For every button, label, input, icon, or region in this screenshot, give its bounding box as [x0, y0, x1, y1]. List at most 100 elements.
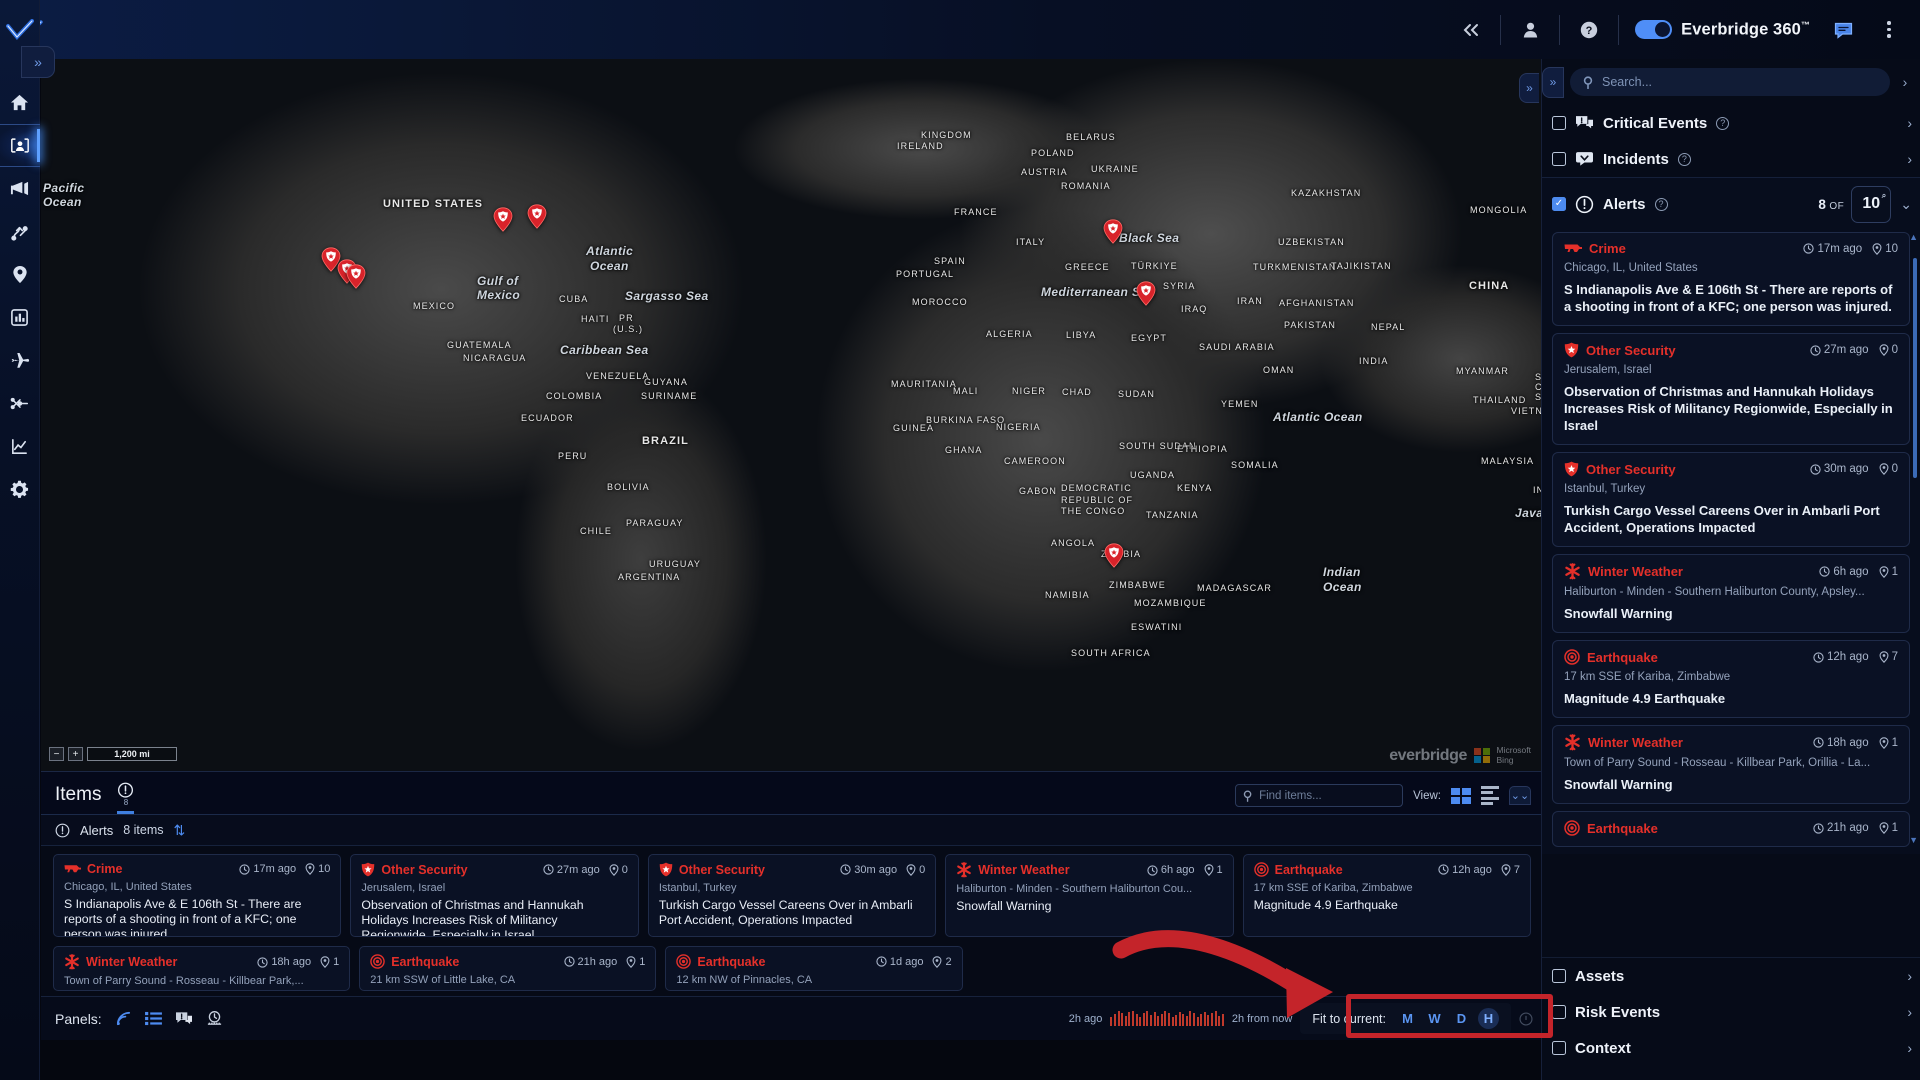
item-card[interactable]: Winter Weather 6h ago 1 Haliburton - Min…: [945, 854, 1233, 937]
fit-option-h[interactable]: H: [1478, 1008, 1499, 1029]
sidebar-item-analytics[interactable]: [0, 425, 40, 468]
incidents-checkbox[interactable]: [1552, 152, 1566, 166]
item-card[interactable]: Winter Weather 18h ago 1 Town of Parry S…: [53, 946, 350, 991]
user-profile-button[interactable]: [1507, 0, 1553, 59]
item-card-header: Earthquake 12h ago 7: [1254, 862, 1520, 877]
brand-toggle-group[interactable]: Everbridge 360™: [1625, 20, 1820, 40]
kebab-menu-icon[interactable]: [1866, 0, 1912, 59]
alerts-list[interactable]: Crime 17m ago 10 Chicago, IL, United Sta…: [1542, 230, 1920, 847]
list-panel-icon[interactable]: [145, 1011, 162, 1026]
map-panel-collapse-button[interactable]: »: [1519, 73, 1539, 103]
alerts-scrollbar[interactable]: ▲ ▼: [1913, 234, 1918, 843]
alert-card[interactable]: Other Security 27m ago 0 Jerusalem, Isra…: [1552, 333, 1910, 445]
find-items-input[interactable]: Find items...: [1235, 784, 1403, 807]
alerts-checkbox[interactable]: [1552, 197, 1566, 211]
world-map[interactable]: PacificOceanAtlanticOceanIndianOceanUNIT…: [41, 59, 1541, 771]
pin-zimbabwe[interactable]: [1104, 543, 1124, 568]
search-input[interactable]: Search...: [1570, 68, 1890, 96]
sidebar-item-locations[interactable]: [0, 253, 40, 296]
map-label: GUYANA: [644, 377, 688, 387]
help-circle-icon[interactable]: ?: [1566, 0, 1612, 59]
critical-events-icon[interactable]: [175, 1011, 193, 1027]
earthquake-icon: [1564, 820, 1580, 836]
scroll-up-caret-icon[interactable]: ▲: [1909, 232, 1918, 242]
rail-expand-button[interactable]: »: [21, 46, 55, 78]
sidebar-item-workflows[interactable]: [0, 210, 40, 253]
alerts-label: Alerts: [1603, 196, 1646, 213]
fit-option-d[interactable]: D: [1451, 1008, 1472, 1029]
alert-card[interactable]: Winter Weather 18h ago 1 Town of Parry S…: [1552, 725, 1910, 804]
list-view-icon[interactable]: [1481, 786, 1499, 806]
timeline-ticks[interactable]: [1110, 1011, 1223, 1026]
rss-feed-icon[interactable]: [115, 1010, 132, 1027]
collapse-panels-button[interactable]: [1448, 0, 1494, 59]
risk-events-checkbox[interactable]: [1552, 1005, 1566, 1019]
tab-alerts[interactable]: 8: [117, 782, 134, 814]
pin-us-west-3[interactable]: [346, 264, 366, 289]
alert-card[interactable]: Winter Weather 6h ago 1 Haliburton - Min…: [1552, 554, 1910, 633]
alert-card[interactable]: Other Security 30m ago 0 Istanbul, Turke…: [1552, 452, 1910, 547]
alert-card[interactable]: Earthquake 12h ago 7 17 km SSE of Kariba…: [1552, 640, 1910, 718]
alert-card-meta: 12h ago 7: [1813, 651, 1898, 663]
layer-row-critical-events[interactable]: Critical Events ? ›: [1542, 105, 1920, 141]
incidents-info-icon[interactable]: ?: [1678, 153, 1691, 166]
pin-israel[interactable]: [1136, 281, 1156, 306]
item-card[interactable]: Earthquake 21h ago 1 21 km SSW of Little…: [359, 946, 656, 991]
alert-card[interactable]: Crime 17m ago 10 Chicago, IL, United Sta…: [1552, 232, 1910, 326]
incidents-chevron-icon[interactable]: ›: [1907, 151, 1912, 167]
item-card[interactable]: Earthquake 1d ago 2 12 km NW of Pinnacle…: [665, 946, 962, 991]
sort-icon[interactable]: ⇅: [174, 822, 186, 839]
zoom-out-button[interactable]: −: [49, 747, 64, 761]
scroll-down-caret-icon[interactable]: ▼: [1909, 835, 1918, 845]
pin-us-great-lakes[interactable]: [527, 204, 547, 229]
sidebar-item-settings[interactable]: [0, 468, 40, 511]
alerts-info-icon[interactable]: ?: [1655, 198, 1668, 211]
alert-card-time: 30m ago: [1810, 463, 1869, 475]
alert-card-header: Earthquake 12h ago 7: [1564, 649, 1898, 665]
alert-card[interactable]: Earthquake 21h ago 1: [1552, 811, 1910, 847]
fit-option-w[interactable]: W: [1424, 1008, 1445, 1029]
chat-icon[interactable]: [1820, 0, 1866, 59]
clock-icon: [1438, 864, 1449, 875]
item-card[interactable]: Crime 17m ago 10 Chicago, IL, United Sta…: [53, 854, 341, 937]
layer-row-incidents[interactable]: Incidents ? ›: [1542, 141, 1920, 177]
context-checkbox[interactable]: [1552, 1041, 1566, 1055]
search-submit-button[interactable]: ›: [1896, 74, 1914, 90]
assets-chevron-icon[interactable]: ›: [1907, 968, 1912, 984]
right-panel-collapse-button[interactable]: »: [1542, 67, 1564, 98]
critical-events-checkbox[interactable]: [1552, 116, 1566, 130]
items-collapse-button[interactable]: ⌄⌄: [1509, 786, 1531, 805]
pin-us-midwest[interactable]: [493, 207, 513, 232]
zoom-in-button[interactable]: +: [68, 747, 83, 761]
layer-row-risk-events[interactable]: Risk Events ›: [1542, 994, 1920, 1030]
sidebar-item-travel[interactable]: [0, 339, 40, 382]
alerts-scroll-thumb[interactable]: [1913, 258, 1917, 478]
sidebar-item-home[interactable]: [0, 81, 40, 124]
grid-view-icon[interactable]: [1451, 788, 1471, 804]
critical-events-chevron-icon[interactable]: ›: [1907, 115, 1912, 131]
item-card[interactable]: Earthquake 12h ago 7 17 km SSE of Kariba…: [1243, 854, 1531, 937]
layer-row-alerts[interactable]: Alerts ? 8 OF 10 ⌕ ⌄: [1542, 178, 1920, 230]
sidebar-item-map[interactable]: [0, 124, 40, 167]
timeline-tick: [1172, 1017, 1174, 1026]
critical-events-info-icon[interactable]: ?: [1716, 117, 1729, 130]
everbridge-360-toggle[interactable]: [1635, 20, 1672, 39]
sidebar-item-reports[interactable]: [0, 296, 40, 339]
item-card[interactable]: Other Security 27m ago 0 Jerusalem, Isra…: [350, 854, 638, 937]
layer-row-assets[interactable]: Assets ›: [1542, 958, 1920, 994]
context-chevron-icon[interactable]: ›: [1907, 1040, 1912, 1056]
fit-option-m[interactable]: M: [1397, 1008, 1418, 1029]
map-label: SOMALIA: [1231, 460, 1279, 470]
item-card[interactable]: Other Security 30m ago 0 Istanbul, Turke…: [648, 854, 936, 937]
alerts-collapse-chevron-icon[interactable]: ⌄: [1900, 196, 1912, 213]
pin-turkey[interactable]: [1103, 219, 1123, 244]
assets-checkbox[interactable]: [1552, 969, 1566, 983]
sidebar-item-notifications[interactable]: [0, 167, 40, 210]
map-label: POLAND: [1031, 148, 1075, 158]
map-label: BRAZIL: [642, 435, 689, 447]
timeline-icon[interactable]: [206, 1010, 223, 1027]
sidebar-item-integrations[interactable]: [0, 382, 40, 425]
risk-events-chevron-icon[interactable]: ›: [1907, 1004, 1912, 1020]
alerts-total-input[interactable]: 10 ⌕: [1851, 186, 1891, 223]
layer-row-context[interactable]: Context ›: [1542, 1030, 1920, 1066]
